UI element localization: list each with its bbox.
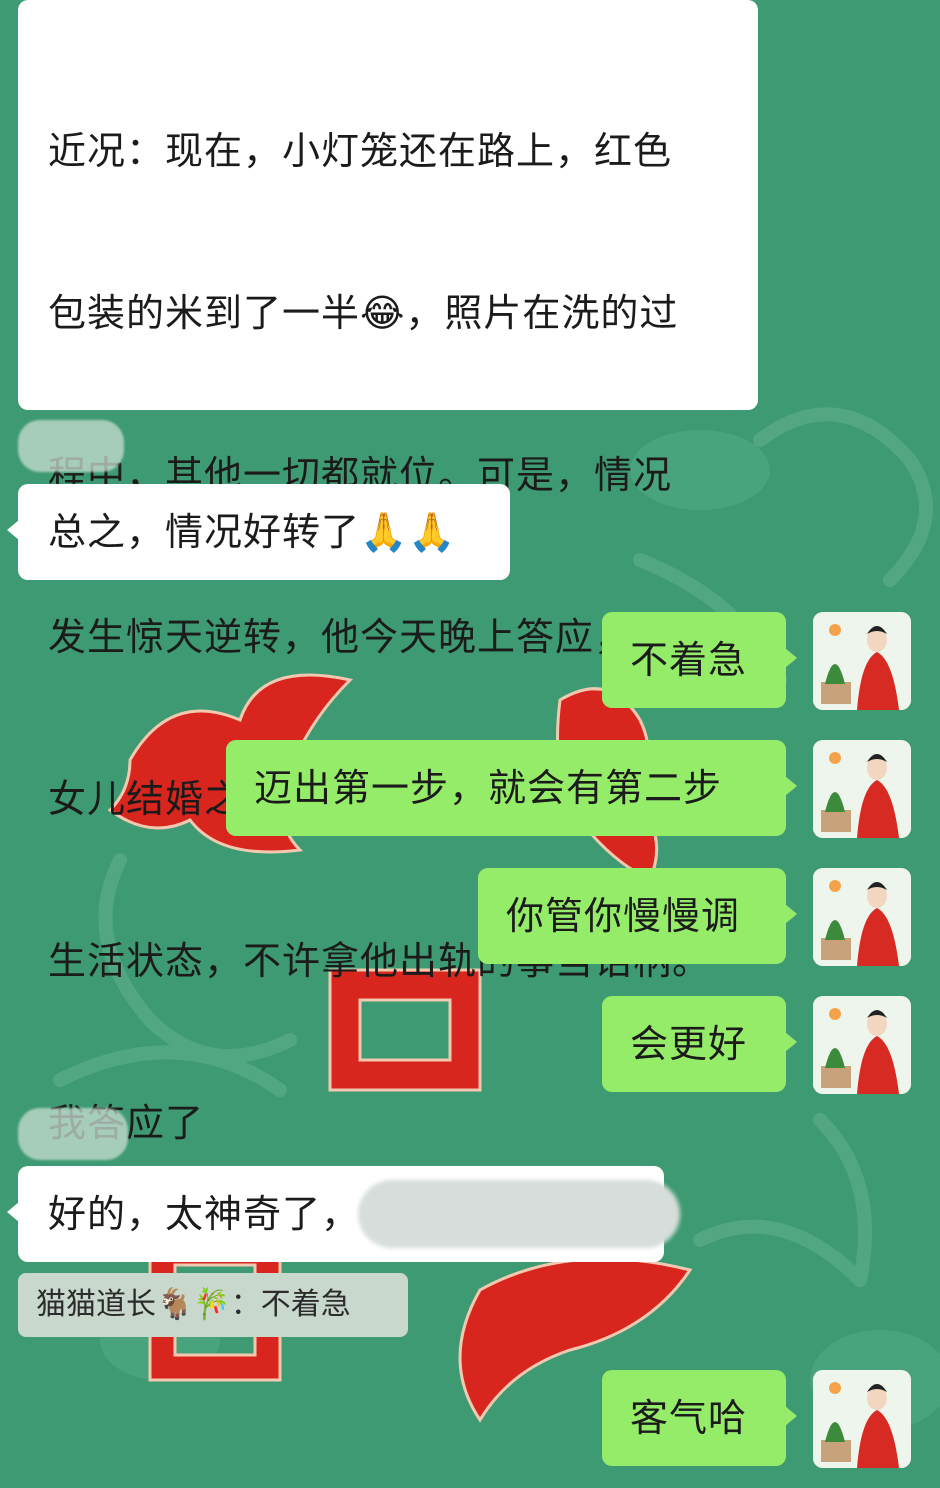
- avatar[interactable]: [813, 612, 911, 710]
- message-text: 客气哈: [630, 1396, 748, 1440]
- avatar-woman-in-red-with-bonsai: [813, 868, 911, 966]
- message-bubble-outgoing[interactable]: 你管你慢慢调: [478, 868, 797, 964]
- avatar[interactable]: [813, 868, 911, 966]
- message-text: 总之，情况好转了🙏🙏: [48, 510, 457, 554]
- avatar[interactable]: [813, 996, 911, 1094]
- avatar[interactable]: [813, 1370, 911, 1468]
- sender-name-blurred: [18, 420, 124, 472]
- avatar[interactable]: [813, 740, 911, 838]
- message-bubble-outgoing[interactable]: 会更好: [602, 996, 797, 1092]
- message-bubble-outgoing[interactable]: 客气哈: [602, 1370, 797, 1466]
- avatar-woman-in-red-with-bonsai: [813, 612, 911, 710]
- blurred-text: [358, 1180, 680, 1248]
- message-bubble-incoming[interactable]: 总之，情况好转了🙏🙏: [7, 484, 510, 580]
- avatar-woman-in-red-with-bonsai: [813, 996, 911, 1094]
- message-bubble-outgoing[interactable]: 不着急: [602, 612, 797, 708]
- sender-name-blurred: [18, 1108, 128, 1160]
- message-text: 迈出第一步，就会有第二步: [254, 766, 723, 810]
- message-bubble-outgoing[interactable]: 迈出第一步，就会有第二步: [226, 740, 797, 836]
- avatar-woman-in-red-with-bonsai: [813, 740, 911, 838]
- message-text: 不着急: [630, 638, 748, 682]
- message-bubble-incoming[interactable]: 好的，太神奇了，: [7, 1166, 680, 1262]
- message-bubble-incoming[interactable]: 近况：现在，小灯笼还在路上，红色 包装的米到了一半😂，照片在洗的过 程中，其他一…: [18, 0, 758, 1145]
- message-text: 你管你慢慢调: [506, 894, 741, 938]
- quoted-message[interactable]: 猫猫道长🐐🎋：不着急: [18, 1273, 408, 1337]
- avatar-woman-in-red-with-bonsai: [813, 1370, 911, 1468]
- message-text: 会更好: [630, 1022, 748, 1066]
